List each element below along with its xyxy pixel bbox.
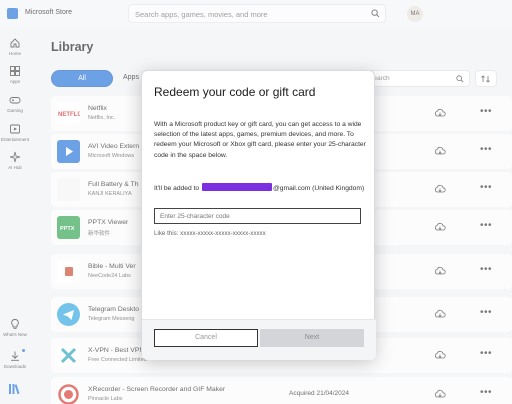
dialog-footer: Cancel Next <box>142 319 376 360</box>
code-format-hint: Like this: xxxxx-xxxxx-xxxxx-xxxxx-xxxxx <box>154 230 266 237</box>
account-notice-prefix: It'll be added to <box>154 185 200 192</box>
redacted-email <box>202 183 273 191</box>
account-notice: It'll be added to @gmail.com (United Kin… <box>154 183 366 194</box>
account-notice-suffix: @gmail.com (United Kingdom) <box>273 185 365 192</box>
next-button[interactable]: Next <box>260 329 364 347</box>
code-input-placeholder: Enter 25-character code <box>160 213 230 220</box>
redeem-dialog: Redeem your code or gift card With a Mic… <box>141 70 376 360</box>
code-input[interactable]: Enter 25-character code <box>154 208 361 224</box>
dialog-title: Redeem your code or gift card <box>154 85 316 99</box>
dialog-description: With a Microsoft product key or gift car… <box>154 121 366 159</box>
cancel-button[interactable]: Cancel <box>154 329 258 347</box>
